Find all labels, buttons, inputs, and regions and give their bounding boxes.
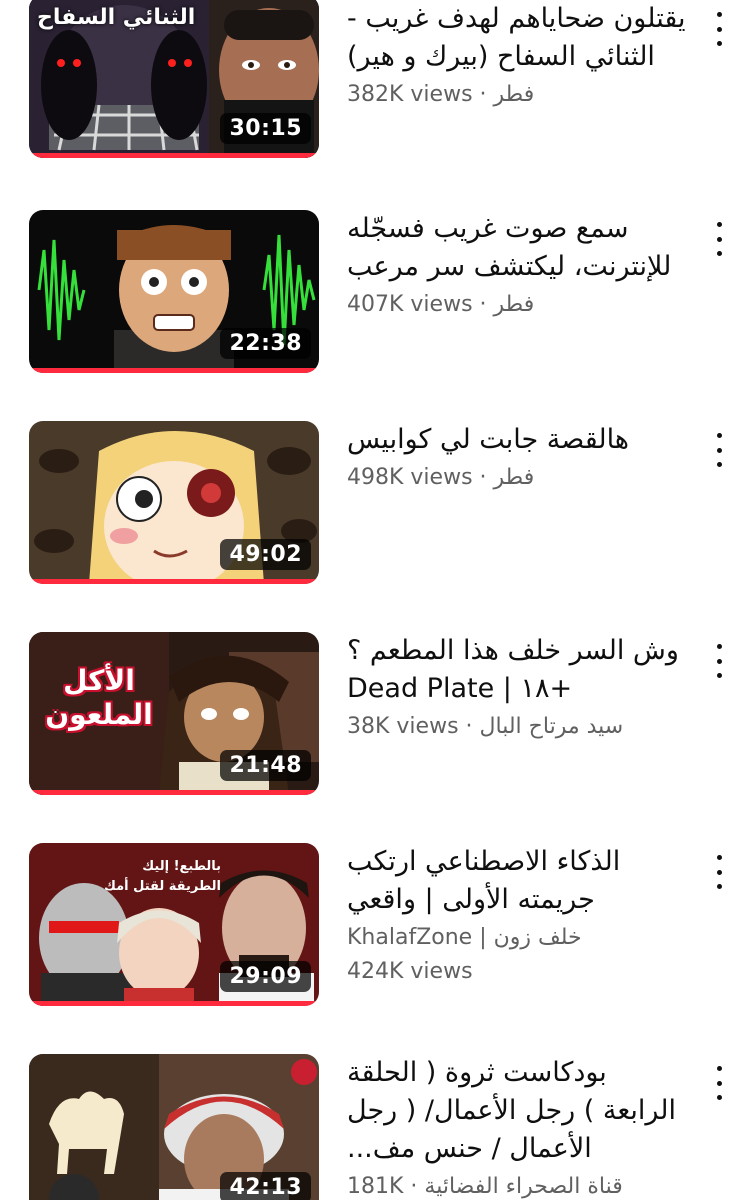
- thumbnail-title: الأكل الملعون: [45, 664, 153, 731]
- thumbnail-title: بالطبع! إليك الطريقة لقتل أمك: [103, 859, 221, 894]
- thumbnail-title: الثنائي السفاح: [37, 5, 196, 30]
- video-item[interactable]: 42:13 بودكاست ثروة ( الحلقة الرابعة ) رج…: [0, 1054, 749, 1200]
- more-vertical-icon[interactable]: [709, 12, 729, 46]
- watch-progress-bar: [29, 1001, 319, 1006]
- watch-progress-bar: [29, 368, 319, 373]
- video-info[interactable]: هالقصة جابت لي كوابيس فطر · 498K views: [347, 421, 687, 495]
- video-info[interactable]: الذكاء الاصطناعي ارتكب جريمته الأولى | و…: [347, 843, 687, 989]
- video-feed: الثنائي السفاح 30:15 يقتلون ضحاياهم لهدف…: [0, 0, 749, 1200]
- video-channel: خلف زون | KhalafZone: [347, 925, 582, 950]
- more-vertical-icon[interactable]: [709, 855, 729, 889]
- video-info[interactable]: يقتلون ضحاياهم لهدف غريب - الثنائي السفا…: [347, 0, 687, 112]
- video-title[interactable]: وش السر خلف هذا المطعم ؟ +١٨ | Dead Plat…: [347, 632, 687, 708]
- video-duration: 30:15: [220, 113, 311, 144]
- video-thumbnail[interactable]: 22:38: [29, 210, 319, 373]
- video-thumbnail[interactable]: 49:02: [29, 421, 319, 584]
- more-vertical-icon[interactable]: [709, 644, 729, 678]
- video-title[interactable]: بودكاست ثروة ( الحلقة الرابعة ) رجل الأع…: [347, 1054, 687, 1168]
- video-item[interactable]: الثنائي السفاح 30:15 يقتلون ضحاياهم لهدف…: [0, 0, 749, 170]
- watch-progress-bar: [29, 790, 319, 795]
- video-item[interactable]: الأكل الملعون 21:48 وش السر خلف هذا المط…: [0, 632, 749, 802]
- video-item[interactable]: 22:38 سمع صوت غريب فسجّله للإنترنت، ليكت…: [0, 210, 749, 380]
- video-title[interactable]: يقتلون ضحاياهم لهدف غريب - الثنائي السفا…: [347, 0, 687, 76]
- watch-progress-bar: [29, 153, 319, 158]
- video-meta: فطر · 407K views: [347, 292, 535, 317]
- video-duration: 49:02: [220, 539, 311, 570]
- video-title[interactable]: هالقصة جابت لي كوابيس: [347, 421, 687, 459]
- video-duration: 42:13: [220, 1172, 311, 1200]
- video-title[interactable]: سمع صوت غريب فسجّله للإنترنت، ليكتشف سر …: [347, 210, 687, 286]
- video-thumbnail[interactable]: 42:13: [29, 1054, 319, 1200]
- video-item[interactable]: 49:02 هالقصة جابت لي كوابيس فطر · 498K v…: [0, 421, 749, 591]
- video-info[interactable]: سمع صوت غريب فسجّله للإنترنت، ليكتشف سر …: [347, 210, 687, 322]
- video-views: 424K views: [347, 959, 473, 984]
- video-title[interactable]: الذكاء الاصطناعي ارتكب جريمته الأولى | و…: [347, 843, 687, 919]
- video-duration: 22:38: [220, 328, 311, 359]
- video-duration: 21:48: [220, 750, 311, 781]
- video-duration: 29:09: [220, 961, 311, 992]
- video-thumbnail[interactable]: الثنائي السفاح 30:15: [29, 0, 319, 158]
- watch-progress-bar: [29, 579, 319, 584]
- video-item[interactable]: بالطبع! إليك الطريقة لقتل أمك 29:09 الذك…: [0, 843, 749, 1013]
- more-vertical-icon[interactable]: [709, 1066, 729, 1100]
- video-meta: قناة الصحراء الفضائية · 181K views: [347, 1174, 623, 1199]
- more-vertical-icon[interactable]: [709, 433, 729, 467]
- video-info[interactable]: بودكاست ثروة ( الحلقة الرابعة ) رجل الأع…: [347, 1054, 687, 1200]
- video-thumbnail[interactable]: الأكل الملعون 21:48: [29, 632, 319, 795]
- video-meta: فطر · 382K views: [347, 82, 535, 107]
- more-vertical-icon[interactable]: [709, 222, 729, 256]
- video-thumbnail[interactable]: بالطبع! إليك الطريقة لقتل أمك 29:09: [29, 843, 319, 1006]
- video-meta: سيد مرتاح البال · 38K views: [347, 714, 624, 739]
- video-meta: فطر · 498K views: [347, 465, 535, 490]
- video-info[interactable]: وش السر خلف هذا المطعم ؟ +١٨ | Dead Plat…: [347, 632, 687, 744]
